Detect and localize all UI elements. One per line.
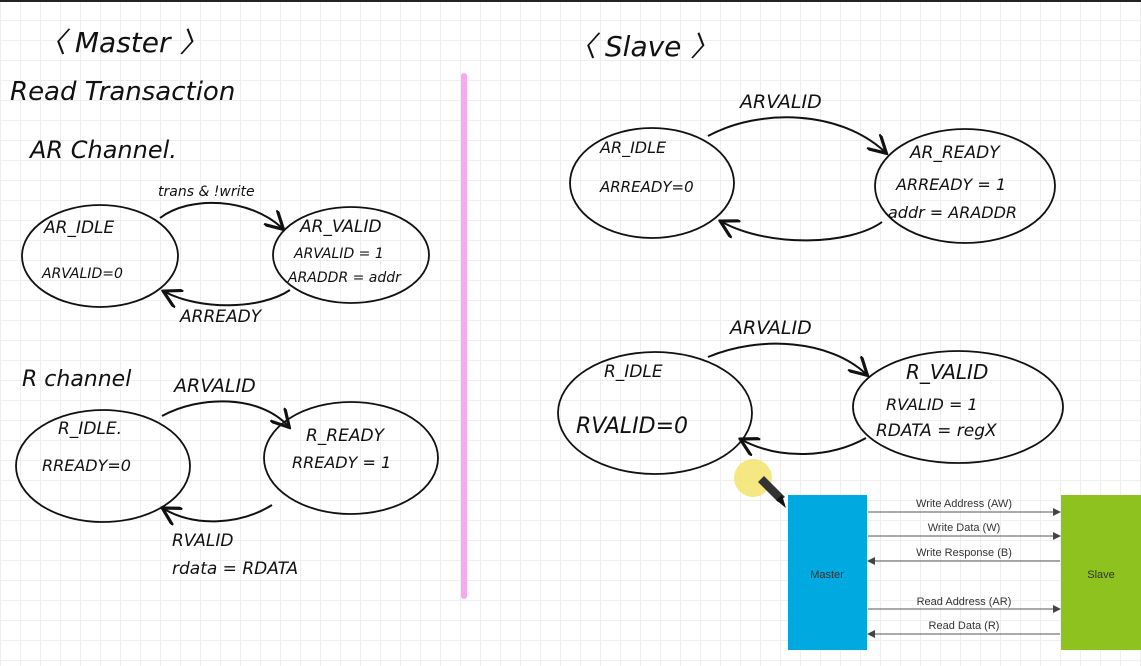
master-r-ready-state: R_READY RREADY = 1 [263, 401, 439, 515]
slave-r-valid-output-1: RVALID = 1 [886, 395, 978, 414]
slave-ar-ready-state: AR_READY ARREADY = 1 addr = ARADDR [874, 128, 1056, 244]
cursor-highlight [734, 459, 772, 497]
master-ar-valid-output-1: ARVALID = 1 [293, 246, 384, 262]
axi-block-diagram: Master Slave Write Address (AW) Write Da… [788, 495, 1141, 650]
slave-r-idle-name: R_IDLE [604, 362, 663, 382]
master-r-forward-label: ARVALID [172, 375, 256, 397]
axi-r-label: Read Data (R) [929, 620, 1000, 632]
slave-ar-ready-output-2: addr = ARADDR [888, 203, 1017, 222]
master-ar-back-label: ARREADY [179, 307, 263, 327]
slave-ar-forward-label: ARVALID [738, 91, 822, 113]
master-ar-idle-state: AR_IDLE ARVALID=0 [21, 204, 179, 308]
master-heading: 〈 Master 〉 [38, 26, 207, 59]
slave-r-valid-output-2: RDATA = regX [876, 421, 997, 441]
slave-r-back-arrow [742, 438, 867, 454]
axi-w-label: Write Data (W) [928, 522, 1001, 534]
slave-r-forward-label: ARVALID [728, 317, 812, 339]
master-r-back-label-action: rdata = RDATA [172, 559, 298, 579]
slave-ar-back-arrow [722, 222, 883, 242]
axi-ar-label: Read Address (AR) [917, 596, 1012, 608]
master-ar-idle-name: AR_IDLE [43, 218, 115, 238]
slave-ar-idle-output: ARREADY=0 [599, 178, 694, 196]
slave-r-valid-name: R_VALID [906, 360, 988, 384]
whiteboard-canvas[interactable]: 〈 Master 〉 Read Transaction AR Channel. … [0, 0, 1141, 666]
axi-aw-label: Write Address (AW) [916, 498, 1012, 510]
master-r-ready-output: RREADY = 1 [292, 453, 391, 472]
slave-ar-idle-name: AR_IDLE [599, 138, 667, 158]
slave-ar-ready-output-1: ARREADY = 1 [895, 175, 1006, 194]
master-ar-idle-output: ARVALID=0 [41, 266, 123, 282]
axi-slave-label: Slave [1087, 569, 1115, 581]
slave-r-forward-arrow [707, 342, 866, 374]
slave-r-idle-state: R_IDLE RVALID=0 [557, 351, 753, 475]
read-transaction-title: Read Transaction [10, 77, 235, 107]
master-ar-valid-name: AR_VALID [299, 217, 382, 237]
master-r-back-label: RVALID [172, 531, 234, 551]
slave-r-valid-state: R_VALID RVALID = 1 RDATA = regX [852, 350, 1064, 464]
slave-heading: 〈 Slave 〉 [568, 30, 718, 63]
master-r-idle-output: RREADY=0 [42, 456, 131, 475]
master-ar-forward-arrow [159, 201, 282, 228]
slave-ar-ready-name: AR_READY [909, 143, 1001, 163]
slave-ar-idle-state: AR_IDLE ARREADY=0 [569, 127, 735, 239]
master-r-idle-state: R_IDLE. RREADY=0 [15, 409, 191, 523]
master-ar-forward-label: trans & !write [158, 184, 255, 200]
axi-b-label: Write Response (B) [916, 547, 1012, 559]
master-ar-valid-output-2: ARADDR = addr [287, 270, 402, 286]
r-channel-title: R channel [22, 367, 131, 392]
master-r-idle-name: R_IDLE. [58, 419, 122, 439]
slave-ar-forward-arrow [707, 116, 885, 152]
master-r-back-arrow [164, 504, 273, 521]
master-ar-back-arrow [165, 290, 291, 305]
master-r-ready-name: R_READY [306, 426, 386, 446]
master-r-forward-arrow [161, 400, 288, 426]
axi-master-label: Master [810, 569, 844, 581]
slave-r-idle-output: RVALID=0 [576, 414, 688, 439]
ar-channel-title: AR Channel. [28, 136, 177, 164]
master-ar-valid-state: AR_VALID ARVALID = 1 ARADDR = addr [272, 206, 430, 304]
